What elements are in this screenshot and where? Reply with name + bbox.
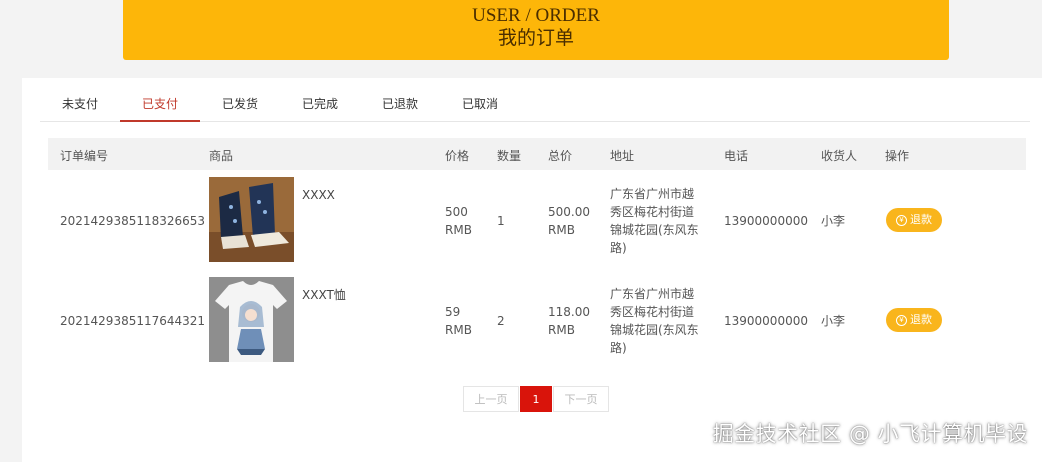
header-receiver: 收货人 [821,149,858,163]
product-image[interactable] [209,277,294,362]
tab-cancelled[interactable]: 已取消 [440,86,520,122]
watermark: 掘金技术社区 @ 小飞计算机毕设 [712,422,1028,446]
address-line: 锦城花园(东风东 [610,223,699,237]
banner-title-cn: 我的订单 [497,28,574,49]
tab-shipped[interactable]: 已发货 [200,86,280,122]
phone: 13900000000 [724,314,808,328]
next-page-button[interactable]: 下一页 [553,386,609,412]
order-status-tabs: 未支付 已支付 已发货 已完成 已退款 已取消 [40,86,1030,122]
address-line: 锦城花园(东风东 [610,323,699,337]
table-row: 2021429385118326653 XXXX 500 RMB 1 500.0… [48,176,1026,272]
address-line: 秀区梅花村街道 [610,305,695,319]
order-number: 2021429385118326653 [60,214,206,228]
page-banner: USER / ORDER 我的订单 [123,0,949,60]
product-image[interactable] [209,177,294,262]
yen-icon: ¥ [896,315,907,326]
price-value: 500 [445,205,468,219]
total-value: 118.00 [548,305,590,319]
refund-button[interactable]: ¥ 退款 [886,308,942,332]
banner-title-en: USER / ORDER [472,5,600,26]
receiver: 小李 [821,314,846,328]
header-total: 总价 [548,149,573,163]
order-number: 2021429385117644321 [60,314,206,328]
price-value: 59 [445,305,461,319]
header-qty: 数量 [497,149,522,163]
order-panel: 未支付 已支付 已发货 已完成 已退款 已取消 订单编号 商品 价格 数量 总价… [22,78,1042,462]
header-order-no: 订单编号 [60,149,109,163]
sneaker-image [209,177,294,262]
address-line: 广东省广州市越 [610,187,695,201]
page-1-button[interactable]: 1 [520,386,552,412]
header-address: 地址 [610,149,635,163]
tab-unpaid[interactable]: 未支付 [40,86,120,122]
table-row: 2021429385117644321 XXXT恤 59 RMB 2 118.0… [48,276,1026,372]
price-unit: RMB [445,323,472,337]
receiver: 小李 [821,214,846,228]
product-name[interactable]: XXXX [302,186,335,204]
header-product: 商品 [209,149,234,163]
tab-completed[interactable]: 已完成 [280,86,360,122]
refund-label: 退款 [910,213,932,226]
yen-icon: ¥ [896,215,907,226]
product-name[interactable]: XXXT恤 [302,286,346,304]
refund-label: 退款 [910,313,932,326]
refund-button[interactable]: ¥ 退款 [886,208,942,232]
total-unit: RMB [548,323,575,337]
tab-paid[interactable]: 已支付 [120,86,200,122]
address-line: 路) [610,341,627,355]
phone: 13900000000 [724,214,808,228]
address-line: 广东省广州市越 [610,287,695,301]
prev-page-button[interactable]: 上一页 [463,386,519,412]
tab-refunded[interactable]: 已退款 [360,86,440,122]
quantity: 1 [497,214,505,228]
header-phone: 电话 [724,149,749,163]
table-header: 订单编号 商品 价格 数量 总价 地址 电话 收货人 操作 [48,138,1026,170]
price-unit: RMB [445,223,472,237]
quantity: 2 [497,314,505,328]
total-unit: RMB [548,223,575,237]
total-value: 500.00 [548,205,590,219]
header-price: 价格 [445,149,470,163]
header-action: 操作 [885,149,910,163]
address-line: 秀区梅花村街道 [610,205,695,219]
tshirt-image [209,277,294,362]
address-line: 路) [610,241,627,255]
